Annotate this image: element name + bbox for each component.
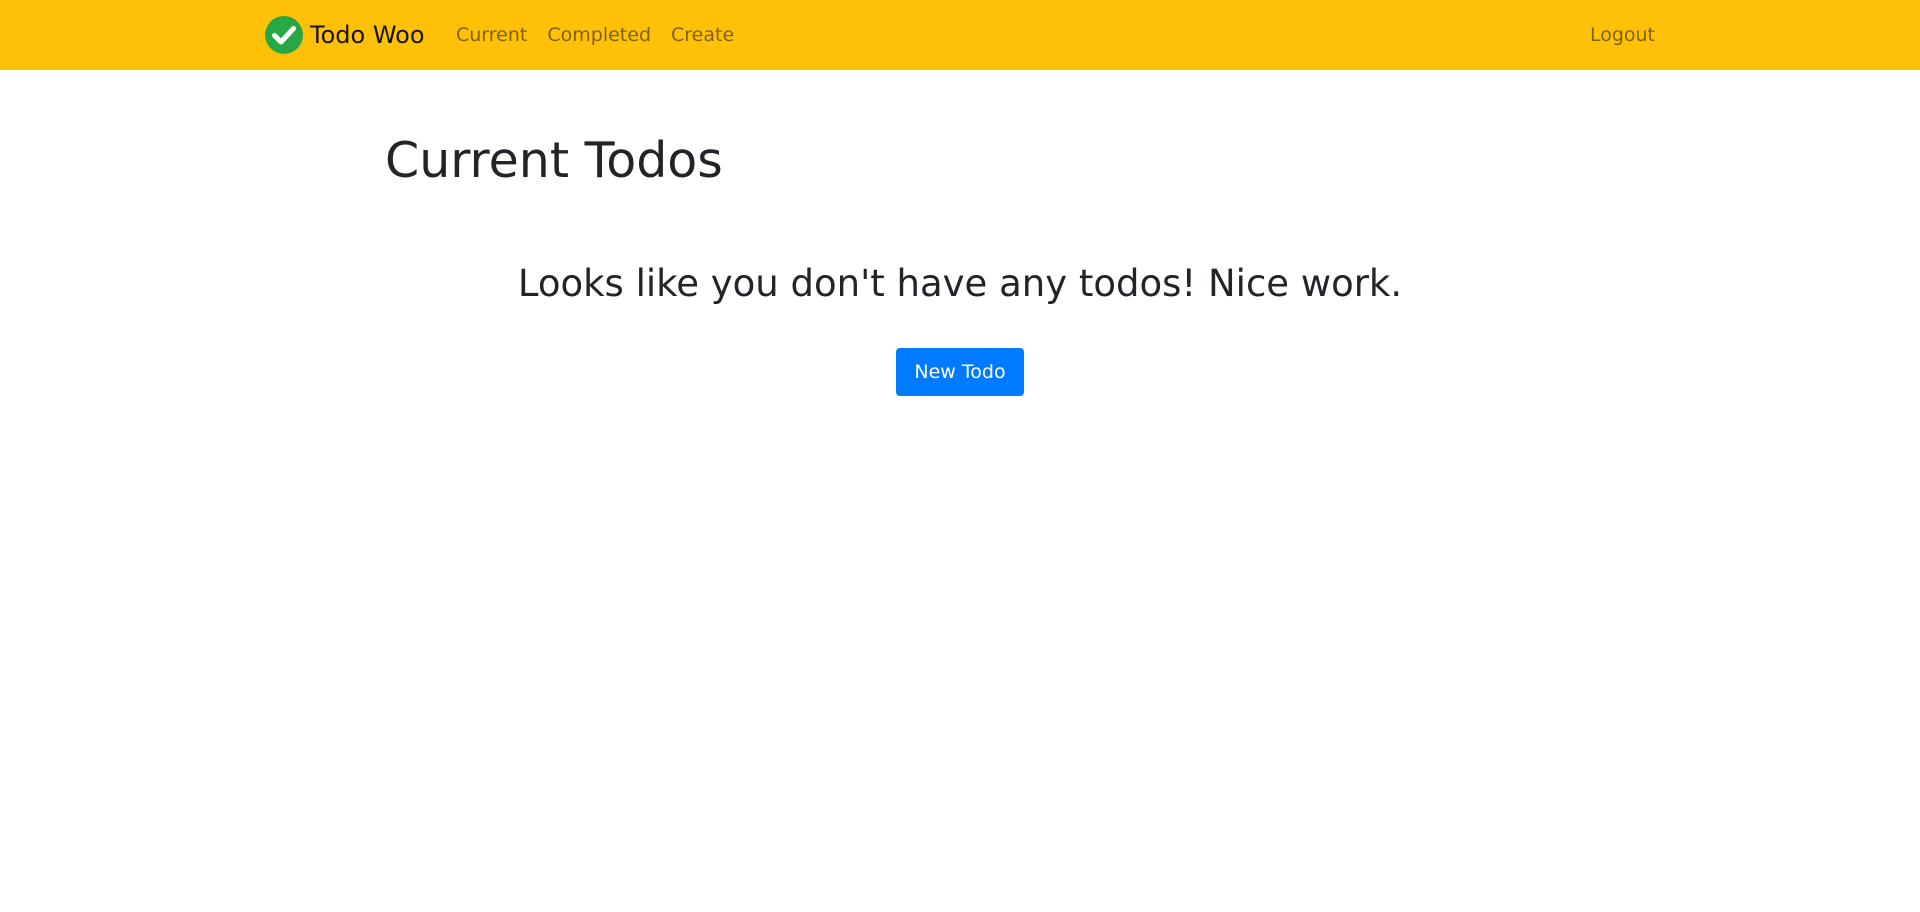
new-todo-container: New Todo [0,348,1920,396]
brand-link[interactable]: Todo Woo [265,16,425,54]
empty-state-message: Looks like you don't have any todos! Nic… [517,262,1403,305]
nav-right: Logout [1590,0,1655,70]
nav-link-completed[interactable]: Completed [537,24,661,46]
new-todo-button[interactable]: New Todo [896,348,1024,396]
logout-link[interactable]: Logout [1590,24,1655,46]
brand-name: Todo Woo [310,21,425,49]
navbar: Todo Woo Current Completed Create Logout [0,0,1920,70]
check-circle-icon [265,16,303,54]
nav-link-create[interactable]: Create [661,24,744,46]
nav-link-current[interactable]: Current [446,24,537,46]
page-title: Current Todos [385,132,723,189]
nav-links: Current Completed Create [446,0,744,70]
